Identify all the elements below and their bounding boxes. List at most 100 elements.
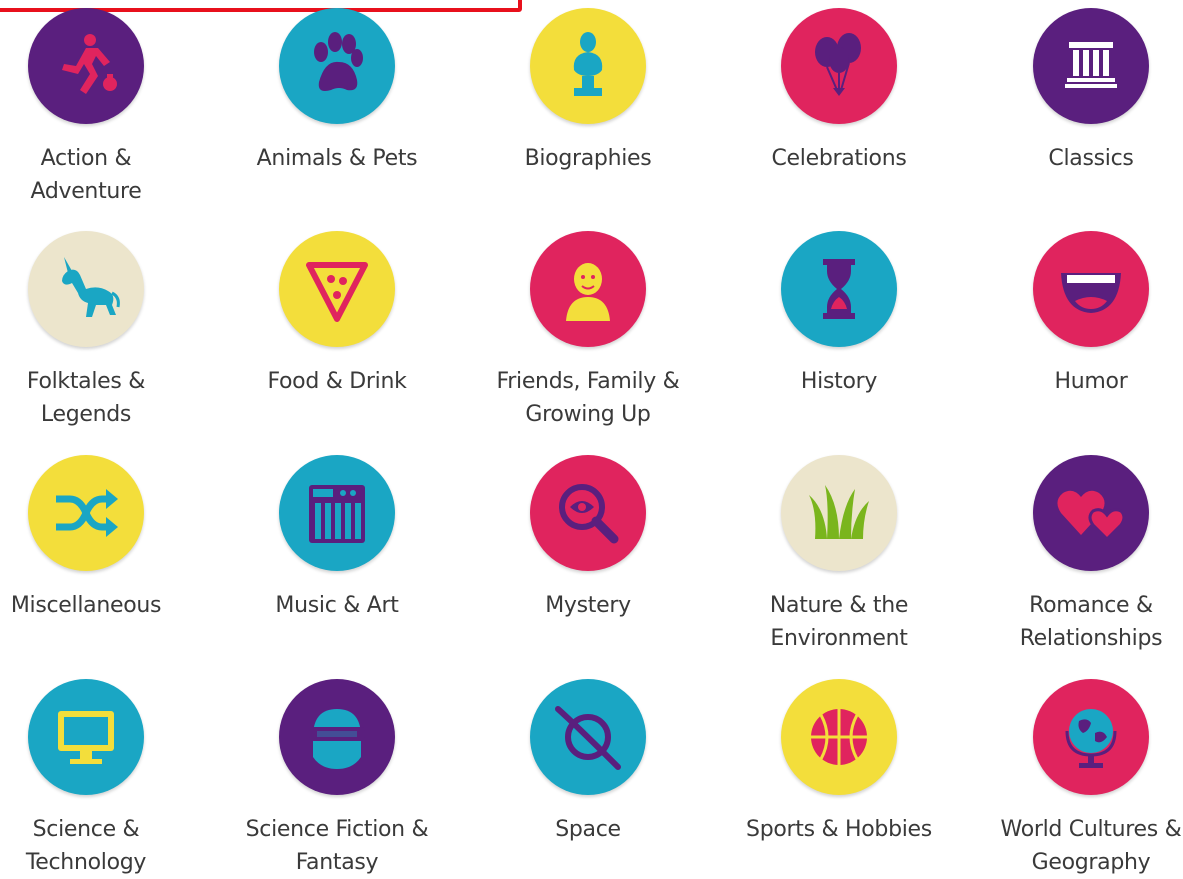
- category-grid: Action & Adventure Animals & Pets Biogra…: [0, 0, 1183, 875]
- category-label-line1: World Cultures &: [1000, 817, 1182, 842]
- category-label: Folktales & Legends: [0, 365, 196, 431]
- category-label-line1: Food & Drink: [267, 369, 407, 394]
- category-animals-pets[interactable]: Animals & Pets: [227, 8, 447, 175]
- category-label-line1: Science Fiction &: [245, 817, 429, 842]
- category-label-line1: Sports & Hobbies: [746, 817, 932, 842]
- category-celebrations[interactable]: Celebrations: [729, 8, 949, 175]
- category-humor[interactable]: Humor: [981, 231, 1183, 398]
- category-label-line1: Music & Art: [275, 593, 399, 618]
- category-icon-circle[interactable]: [28, 8, 144, 124]
- category-icon-circle[interactable]: [781, 231, 897, 347]
- category-label-line2: Legends: [40, 402, 132, 427]
- child-portrait-icon: [566, 263, 610, 321]
- category-label: Nature & the Environment: [729, 589, 949, 655]
- category-label-line1: Space: [555, 817, 621, 842]
- shuffle-arrows-icon: [56, 489, 118, 537]
- category-sports-hobbies[interactable]: Sports & Hobbies: [729, 679, 949, 846]
- category-icon-circle[interactable]: [279, 8, 395, 124]
- category-label-line2: Adventure: [30, 179, 142, 204]
- category-label-line2: Growing Up: [525, 402, 651, 427]
- category-label: Celebrations: [729, 142, 949, 175]
- keyboard-synth-icon: [309, 485, 365, 543]
- planet-orbit-icon: [555, 706, 621, 770]
- category-label-line1: Science &: [32, 817, 140, 842]
- category-label-line1: Nature & the: [769, 593, 909, 618]
- category-music-art[interactable]: Music & Art: [227, 455, 447, 622]
- category-icon-circle[interactable]: [530, 8, 646, 124]
- category-label: History: [729, 365, 949, 398]
- running-person-icon: [62, 34, 117, 94]
- category-label: Science & Technology: [0, 813, 196, 879]
- globe-icon: [1065, 709, 1117, 768]
- category-icon-circle[interactable]: [781, 679, 897, 795]
- category-icon-circle[interactable]: [530, 679, 646, 795]
- category-label: Space: [478, 813, 698, 846]
- category-label-line1: Folktales &: [26, 369, 146, 394]
- category-icon-circle[interactable]: [279, 455, 395, 571]
- category-label-line1: Mystery: [545, 593, 631, 618]
- category-label-line1: Biographies: [524, 146, 652, 171]
- category-nature-environment[interactable]: Nature & the Environment: [729, 455, 949, 655]
- category-icon-circle[interactable]: [1033, 231, 1149, 347]
- category-label-line1: Celebrations: [771, 146, 907, 171]
- bust-statue-icon: [573, 32, 603, 96]
- category-icon-circle[interactable]: [530, 455, 646, 571]
- category-icon-circle[interactable]: [28, 231, 144, 347]
- category-history[interactable]: History: [729, 231, 949, 398]
- category-label: Music & Art: [227, 589, 447, 622]
- category-friends-family[interactable]: Friends, Family & Growing Up: [478, 231, 698, 431]
- basketball-icon: [811, 709, 867, 765]
- category-icon-circle[interactable]: [530, 231, 646, 347]
- category-label-line1: Romance &: [1029, 593, 1153, 618]
- category-folktales-legends[interactable]: Folktales & Legends: [0, 231, 196, 431]
- category-action-adventure[interactable]: Action & Adventure: [0, 8, 196, 208]
- category-classics[interactable]: Classics: [981, 8, 1183, 175]
- category-label: Sports & Hobbies: [729, 813, 949, 846]
- category-science-technology[interactable]: Science & Technology: [0, 679, 196, 879]
- robot-helmet-icon: [309, 709, 365, 769]
- category-icon-circle[interactable]: [28, 455, 144, 571]
- category-label: Action & Adventure: [0, 142, 196, 208]
- category-icon-circle[interactable]: [28, 679, 144, 795]
- magnifying-eye-icon: [559, 484, 619, 544]
- category-label: Biographies: [478, 142, 698, 175]
- category-label-line2: Geography: [1031, 850, 1151, 875]
- category-label: Humor: [981, 365, 1183, 398]
- category-label-line1: Humor: [1054, 369, 1128, 394]
- category-label-line1: Friends, Family &: [496, 369, 680, 394]
- columns-building-icon: [1065, 42, 1117, 88]
- category-label-line2: Relationships: [1019, 626, 1163, 651]
- category-label: Miscellaneous: [0, 589, 196, 622]
- category-label-line2: Technology: [25, 850, 147, 875]
- computer-monitor-icon: [58, 711, 114, 764]
- category-label-line2: Fantasy: [295, 850, 379, 875]
- category-miscellaneous[interactable]: Miscellaneous: [0, 455, 196, 622]
- category-icon-circle[interactable]: [781, 455, 897, 571]
- pizza-slice-icon: [306, 262, 368, 322]
- category-icon-circle[interactable]: [1033, 8, 1149, 124]
- category-icon-circle[interactable]: [781, 8, 897, 124]
- hourglass-icon: [823, 259, 855, 319]
- category-label-line1: Action &: [40, 146, 132, 171]
- category-label: Animals & Pets: [227, 142, 447, 175]
- category-label-line1: History: [800, 369, 878, 394]
- category-label-line1: Miscellaneous: [10, 593, 162, 618]
- category-icon-circle[interactable]: [1033, 679, 1149, 795]
- category-label-line2: Environment: [770, 626, 908, 651]
- category-icon-circle[interactable]: [279, 231, 395, 347]
- paw-print-icon: [314, 32, 363, 91]
- category-food-drink[interactable]: Food & Drink: [227, 231, 447, 398]
- balloons-icon: [815, 33, 861, 96]
- category-mystery[interactable]: Mystery: [478, 455, 698, 622]
- category-biographies[interactable]: Biographies: [478, 8, 698, 175]
- category-romance-relationships[interactable]: Romance & Relationships: [981, 455, 1183, 655]
- category-icon-circle[interactable]: [1033, 455, 1149, 571]
- category-space[interactable]: Space: [478, 679, 698, 846]
- category-label: Classics: [981, 142, 1183, 175]
- category-label: Mystery: [478, 589, 698, 622]
- category-label-line1: Classics: [1048, 146, 1134, 171]
- category-icon-circle[interactable]: [279, 679, 395, 795]
- category-science-fiction-fantasy[interactable]: Science Fiction & Fantasy: [227, 679, 447, 879]
- category-label-line1: Animals & Pets: [256, 146, 418, 171]
- category-world-cultures-geography[interactable]: World Cultures & Geography: [981, 679, 1183, 879]
